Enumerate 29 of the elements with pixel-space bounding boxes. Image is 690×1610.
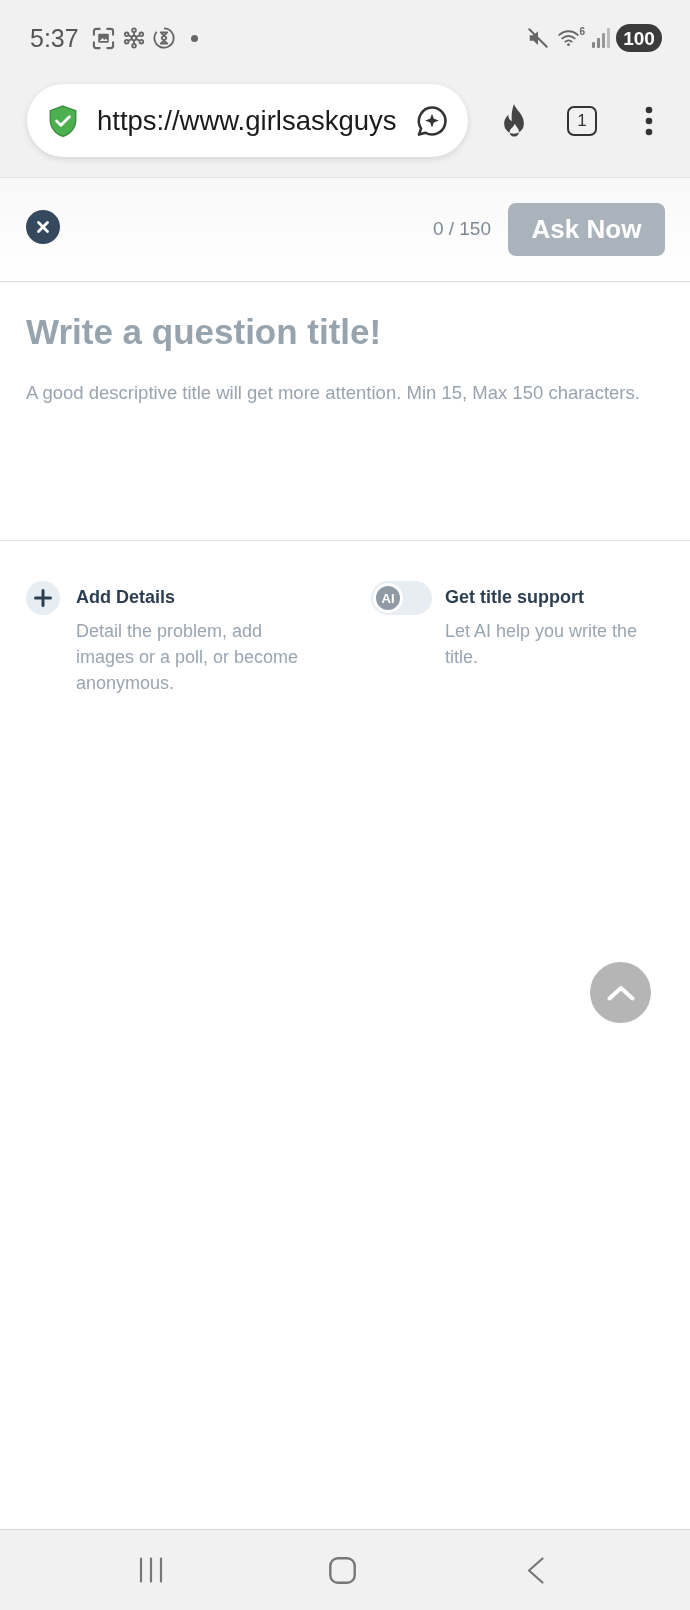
- option-description: Detail the problem, add images or a poll, or become anonymous.: [76, 620, 300, 695]
- url-text: https://www.girlsaskguys: [97, 106, 398, 135]
- character-counter: 0 / 150: [432, 217, 491, 242]
- battery-indicator: 100: [616, 24, 662, 52]
- back-icon[interactable]: [527, 1556, 544, 1584]
- notification-dot-icon: [190, 34, 198, 42]
- option-title: Get title support: [445, 586, 585, 609]
- recents-icon[interactable]: [139, 1557, 163, 1583]
- option-description: Let AI help you write the title.: [445, 620, 639, 669]
- status-time: 5:37: [30, 25, 79, 51]
- option-title: Add Details: [76, 586, 177, 609]
- toggle-thumb: AI: [373, 583, 403, 613]
- wifi-generation-label: 6: [579, 27, 585, 37]
- mute-icon: [527, 27, 550, 49]
- question-title-input[interactable]: Write a question title!: [26, 311, 664, 353]
- add-plus-icon[interactable]: [26, 581, 60, 615]
- menu-icon[interactable]: [645, 105, 653, 136]
- hourglass-icon: [152, 27, 175, 49]
- wifi-icon: [558, 29, 580, 47]
- tab-count-button[interactable]: 1: [567, 105, 597, 136]
- screenshot-icon: [91, 26, 115, 50]
- chevron-up-icon: [606, 984, 635, 1001]
- home-icon[interactable]: [329, 1556, 356, 1584]
- title-hint: A good descriptive title will get more attention. Min 15, Max 150 characters.: [26, 381, 641, 405]
- ai-chat-icon[interactable]: [415, 103, 449, 138]
- hub-icon: [122, 27, 145, 49]
- address-bar[interactable]: https://www.girlsaskguys: [27, 84, 468, 157]
- signal-icon: [592, 28, 610, 48]
- close-icon[interactable]: [26, 210, 60, 244]
